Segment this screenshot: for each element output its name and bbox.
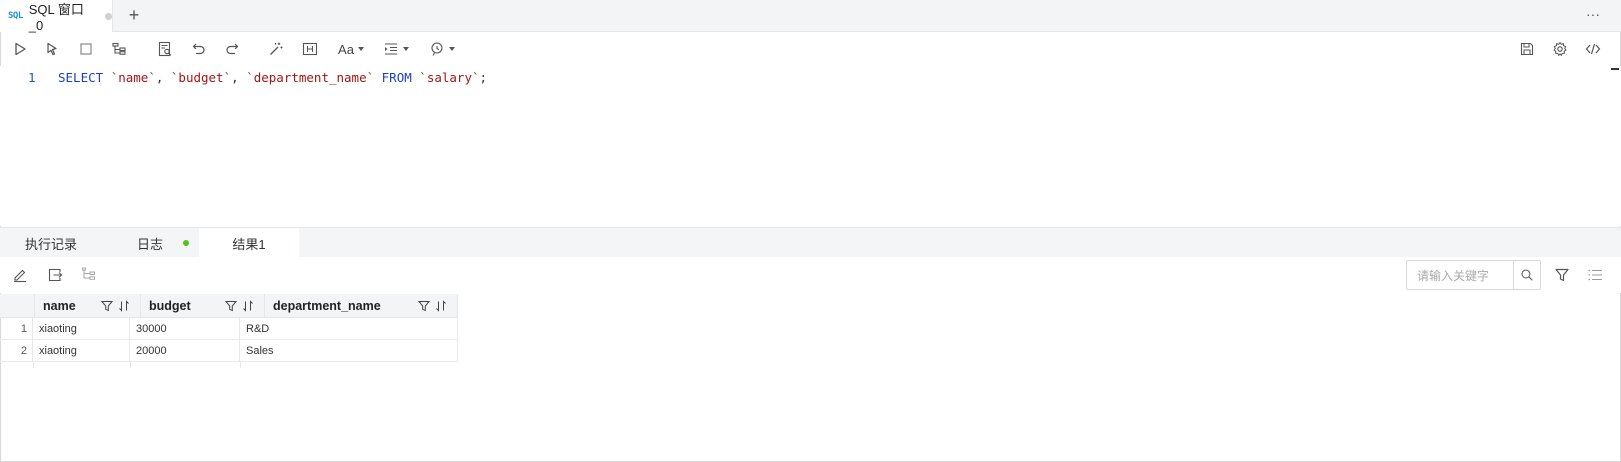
search-icon — [1521, 269, 1533, 281]
save-icon[interactable] — [1518, 40, 1536, 58]
run-icon[interactable] — [11, 40, 29, 58]
code-icon[interactable] — [1584, 40, 1602, 58]
snippet-dropdown[interactable] — [427, 40, 457, 58]
column-header-name[interactable]: name — [35, 294, 141, 318]
explain-plan-icon[interactable] — [110, 40, 128, 58]
font-size-dropdown[interactable]: Aa — [336, 40, 366, 58]
log-status-dot — [183, 240, 189, 246]
tab-title: SQL 窗口_0 — [28, 2, 84, 33]
keyword-select: SELECT — [58, 70, 104, 85]
result-toolbar: 请输入关键字 — [0, 257, 1621, 293]
sql-editor[interactable]: 1 SELECT `name`, `budget`, `department_n… — [0, 66, 1621, 226]
keyword-search-input[interactable]: 请输入关键字 — [1406, 260, 1513, 290]
identifier-budget: `budget` — [170, 70, 232, 85]
column-name-label: name — [43, 298, 76, 313]
sort-icon[interactable] — [118, 299, 130, 312]
row-number: 2 — [0, 340, 33, 362]
column-filter-icon[interactable] — [418, 300, 430, 312]
font-icon: Aa — [338, 41, 354, 57]
stop-icon[interactable] — [77, 40, 95, 58]
gear-icon[interactable] — [1551, 40, 1569, 58]
search-button[interactable] — [1513, 260, 1541, 290]
column-department-name-label: department_name — [273, 298, 381, 313]
search-placeholder: 请输入关键字 — [1417, 268, 1490, 283]
identifier-salary: `salary` — [419, 70, 480, 85]
semicolon: ; — [479, 70, 488, 85]
row-number: 1 — [0, 318, 33, 340]
export-icon[interactable] — [46, 266, 64, 284]
column-header-department-name[interactable]: department_name — [265, 294, 458, 318]
table-cell-budget[interactable]: 30000 — [130, 318, 240, 340]
identifier-department-name: `department_name` — [246, 70, 375, 85]
table-cell-name[interactable]: xiaoting — [33, 340, 130, 362]
column-filter-icon[interactable] — [225, 300, 237, 312]
grid-divider — [33, 362, 34, 368]
undo-icon[interactable] — [190, 40, 208, 58]
column-budget-label: budget — [149, 298, 191, 313]
sort-icon[interactable] — [242, 299, 254, 312]
review-icon[interactable] — [156, 40, 174, 58]
more-icon[interactable]: ··· — [1586, 6, 1600, 22]
chevron-down-icon — [357, 47, 364, 51]
tab-result-1[interactable]: 结果1 — [199, 228, 299, 258]
column-header-budget[interactable]: budget — [141, 294, 265, 318]
table-cell-department-name[interactable]: Sales — [240, 340, 458, 362]
keyword-from: FROM — [381, 70, 412, 85]
edit-icon[interactable] — [11, 266, 29, 284]
table-cell-department-name[interactable]: R&D — [240, 318, 458, 340]
table-cell-budget[interactable]: 20000 — [130, 340, 240, 362]
result-tab-bar: 执行记录 日志 结果1 — [0, 227, 1621, 258]
line-number: 1 — [28, 70, 36, 85]
column-list-icon[interactable] — [1586, 266, 1604, 284]
row-number-header — [0, 294, 35, 318]
indent-dropdown[interactable] — [381, 40, 411, 58]
redo-icon[interactable] — [223, 40, 241, 58]
overview-ruler-mark — [1611, 68, 1619, 70]
grid-divider — [240, 362, 241, 368]
sort-icon[interactable] — [435, 299, 447, 312]
column-filter-icon[interactable] — [101, 300, 113, 312]
table-cell-name[interactable]: xiaoting — [33, 318, 130, 340]
comma: , — [231, 70, 247, 85]
chevron-down-icon — [449, 47, 455, 51]
tab-log[interactable]: 日志 — [137, 228, 163, 258]
code-line[interactable]: SELECT `name`, `budget`, `department_nam… — [58, 70, 487, 85]
sql-icon: SQL — [8, 11, 23, 21]
column-mode-icon[interactable] — [301, 40, 319, 58]
tab-execution-history[interactable]: 执行记录 — [25, 228, 77, 258]
run-selected-icon[interactable] — [44, 40, 62, 58]
editor-toolbar: Aa — [0, 32, 1621, 66]
chevron-down-icon — [403, 47, 409, 51]
identifier-name: `name` — [110, 70, 156, 85]
filter-icon[interactable] — [1553, 266, 1571, 284]
tree-view-icon[interactable] — [80, 266, 98, 284]
format-wand-icon[interactable] — [267, 40, 285, 58]
tab-sql-window[interactable]: SQL SQL 窗口_0 — [0, 0, 113, 33]
add-tab-button[interactable]: + — [125, 6, 143, 24]
comma: , — [155, 70, 171, 85]
grid-divider — [130, 362, 131, 368]
tab-bar: SQL SQL 窗口_0 + ··· — [0, 0, 1621, 33]
tab-unsaved-dot — [105, 12, 112, 20]
